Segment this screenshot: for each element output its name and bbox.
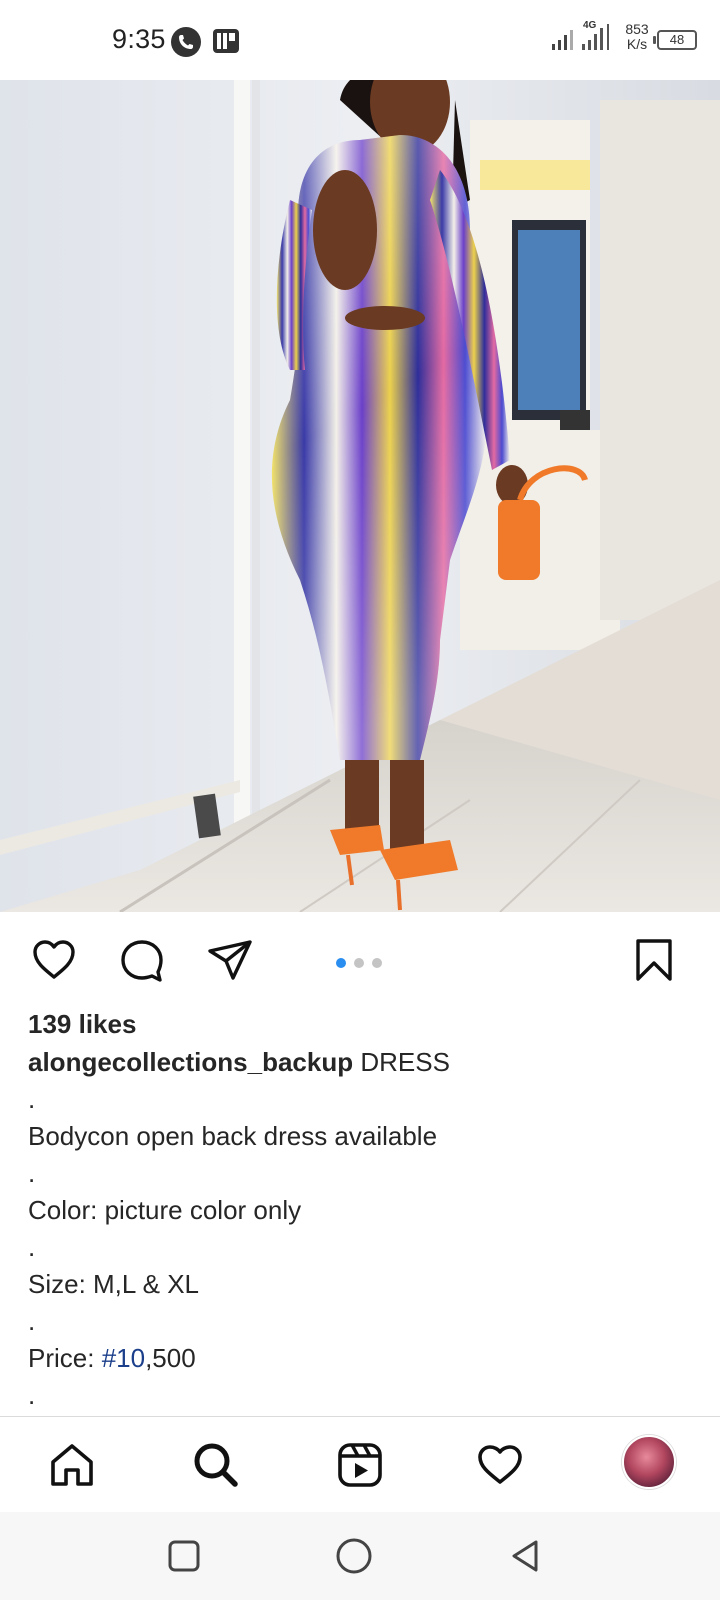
comment-button[interactable] <box>116 934 168 986</box>
home-icon <box>51 1444 93 1486</box>
comment-bubble-icon <box>121 940 163 982</box>
speed-unit: K/s <box>626 36 648 52</box>
recents-square-icon <box>168 1540 200 1572</box>
recents-button[interactable] <box>162 1534 206 1578</box>
post-actions <box>0 912 720 1012</box>
status-time: 9:35 <box>112 24 166 54</box>
caption-line: Color: picture color only <box>28 1195 302 1225</box>
caption-price-line: Price: #10,500 <box>28 1340 708 1377</box>
caption-line: . <box>28 1084 36 1114</box>
caption-line: Bodycon open back dress available <box>28 1121 438 1151</box>
price-label: Price: <box>28 1343 102 1373</box>
caption-line: . <box>28 1306 36 1336</box>
nav-reels[interactable] <box>332 1437 388 1493</box>
send-paper-plane-icon <box>208 940 252 980</box>
profile-avatar[interactable] <box>622 1435 676 1489</box>
battery-icon: 48 <box>653 30 697 50</box>
search-icon <box>194 1443 238 1487</box>
bottom-navigation <box>0 1416 720 1512</box>
back-triangle-icon <box>512 1540 538 1572</box>
price-hashtag[interactable]: #10 <box>102 1343 145 1373</box>
speed-value: 853 <box>625 21 649 37</box>
price-rest: ,500 <box>145 1343 196 1373</box>
carousel-indicator <box>336 958 382 968</box>
status-bar: 9:35 4G 853 K/s 48 <box>0 0 720 80</box>
caption-line: Size: M,L & XL <box>28 1269 199 1299</box>
activity-heart-icon <box>478 1445 522 1484</box>
caption-title: DRESS <box>360 1047 450 1077</box>
caption-line: . <box>28 1380 36 1410</box>
signal-icon <box>552 30 573 50</box>
caption-header: alongecollections_backup DRESS <box>28 1044 708 1081</box>
network-type: 4G <box>583 20 597 31</box>
caption-line: . <box>28 1158 36 1188</box>
call-icon <box>171 27 201 57</box>
nav-activity[interactable] <box>472 1437 528 1493</box>
heart-outline-icon <box>33 940 75 979</box>
save-button[interactable] <box>628 934 680 986</box>
carousel-dot <box>354 958 364 968</box>
carousel-dot-active <box>336 958 346 968</box>
likes-count[interactable]: 139 likes <box>28 1004 708 1044</box>
back-button[interactable] <box>504 1534 548 1578</box>
share-button[interactable] <box>204 934 256 986</box>
app-notification-icon <box>213 29 239 53</box>
bookmark-outline-icon <box>636 939 672 981</box>
post-photo <box>0 80 720 912</box>
post-image[interactable] <box>0 80 720 912</box>
reels-icon <box>338 1443 382 1487</box>
post-username[interactable]: alongecollections_backup <box>28 1047 353 1077</box>
nav-home[interactable] <box>44 1437 100 1493</box>
post-caption-block: 139 likes alongecollections_backup DRESS… <box>28 1004 708 1414</box>
like-button[interactable] <box>28 934 80 986</box>
carousel-dot <box>372 958 382 968</box>
nav-search[interactable] <box>188 1437 244 1493</box>
system-navigation-bar <box>0 1512 720 1600</box>
home-system-button[interactable] <box>332 1534 376 1578</box>
network-speed: 853 K/s <box>620 22 654 52</box>
home-circle-icon <box>336 1538 372 1574</box>
caption-line: . <box>28 1232 36 1262</box>
